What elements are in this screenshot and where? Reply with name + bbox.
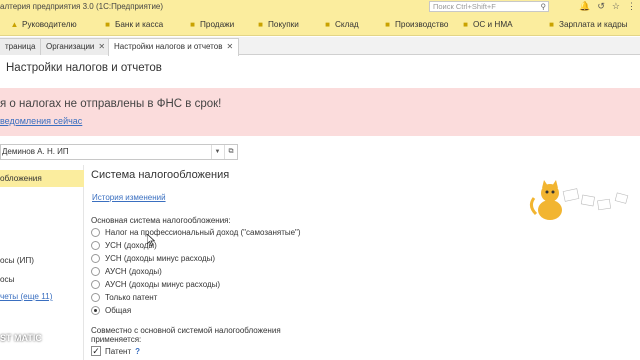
patent-checkbox[interactable]: ✓: [91, 346, 101, 356]
combined-label: Совместно с основной системой налогообло…: [91, 326, 281, 335]
search-input[interactable]: Поиск Ctrl+Shift+F ⚲: [429, 1, 549, 12]
warning-text: я о налогах не отправлены в ФНС в срок!: [0, 98, 222, 110]
menu-item-label: Руководителю: [22, 20, 77, 29]
sidebar-item-label: осы (ИП): [0, 256, 35, 265]
patent-checkbox-row[interactable]: ✓ Патент ?: [91, 346, 140, 356]
settings-sidebar: обложения осы (ИП) осы четы (еще 11): [0, 165, 84, 360]
radio-patent-only[interactable]: Только патент: [91, 293, 157, 302]
bell-icon[interactable]: 🔔: [579, 0, 590, 13]
menu-item-bank[interactable]: ■ Банк и касса: [103, 13, 163, 36]
mouse-cursor-icon: [147, 234, 155, 246]
tab-label: Организации: [46, 42, 95, 51]
history-icon[interactable]: ↺: [597, 0, 605, 13]
star-icon[interactable]: ☆: [612, 0, 620, 13]
search-icon[interactable]: ⚲: [541, 2, 547, 11]
assets-icon: ■: [463, 20, 468, 29]
section-title: Система налогообложения: [91, 169, 230, 181]
menu-item-manager[interactable]: ▲ Руководителю: [10, 13, 77, 36]
warehouse-icon: ■: [325, 20, 330, 29]
tab-label: Настройки налогов и отчетов: [114, 42, 223, 51]
patent-label: Патент: [105, 346, 132, 356]
help-icon[interactable]: ?: [135, 347, 140, 356]
radio-button[interactable]: [91, 293, 100, 302]
menu-item-label: ОС и НМА: [473, 20, 513, 29]
sidebar-item-label: четы (еще 11): [0, 292, 53, 301]
factory-icon: ■: [385, 20, 390, 29]
radio-ausn-income-expenses[interactable]: АУСН (доходы минус расходы): [91, 280, 220, 289]
close-icon[interactable]: ✕: [226, 42, 233, 51]
watermark-text: ST MATIC: [0, 333, 42, 343]
menu-item-label: Продажи: [200, 20, 235, 29]
warning-banner: я о налогах не отправлены в ФНС в срок! …: [0, 88, 640, 220]
sidebar-item-tax-system[interactable]: обложения: [0, 170, 84, 187]
tab-label: траница: [5, 42, 36, 51]
title-toolbar: 🔔 ↺ ☆ ⋮: [579, 0, 636, 13]
tab-organizations[interactable]: Организации ✕: [40, 38, 112, 55]
close-icon[interactable]: ✕: [98, 42, 105, 51]
radio-button[interactable]: [91, 228, 100, 237]
radio-general[interactable]: Общая: [91, 306, 131, 315]
sidebar-item-insurance[interactable]: осы: [0, 275, 15, 284]
organization-field[interactable]: Деминов А. Н. ИП ▼ ⧉: [0, 144, 238, 160]
chevron-down-icon[interactable]: ▼: [211, 145, 223, 159]
radio-button[interactable]: [91, 254, 100, 263]
menu-item-production[interactable]: ■ Производство: [383, 13, 448, 36]
radio-usn-income-expenses[interactable]: УСН (доходы минус расходы): [91, 254, 215, 263]
menu-icon[interactable]: ⋮: [627, 0, 636, 13]
window-title: алтерия предприятия 3.0 (1С:Предприятие): [0, 2, 164, 11]
people-icon: ■: [549, 20, 554, 29]
radio-label: Налог на профессиональный доход ("самоза…: [105, 228, 301, 237]
radio-label: Только патент: [105, 293, 158, 302]
radio-button[interactable]: [91, 306, 100, 315]
send-notifications-link[interactable]: ведомления сейчас: [0, 116, 82, 126]
title-bar: алтерия предприятия 3.0 (1С:Предприятие)…: [0, 0, 640, 13]
menu-item-purchases[interactable]: ■ Покупки: [256, 13, 299, 36]
menu-item-salary[interactable]: ■ Зарплата и кадры: [547, 13, 628, 36]
watermark-logo: ST MATIC: [0, 333, 42, 343]
menu-item-label: Склад: [335, 20, 359, 29]
open-icon[interactable]: ⧉: [224, 145, 237, 159]
combined-label-2: применяется:: [91, 335, 142, 344]
menu-item-label: Зарплата и кадры: [559, 20, 628, 29]
radio-button[interactable]: [91, 280, 100, 289]
search-placeholder: Поиск Ctrl+Shift+F: [433, 2, 496, 11]
tab-tax-settings[interactable]: Настройки налогов и отчетов ✕: [108, 38, 240, 56]
organization-value: Деминов А. Н. ИП: [2, 147, 69, 156]
menu-item-sales[interactable]: ■ Продажи: [188, 13, 234, 36]
bank-icon: ■: [105, 20, 110, 29]
tab-bar: траница Организации ✕ Настройки налогов и…: [0, 37, 640, 56]
menu-item-assets[interactable]: ■ ОС и НМА: [461, 13, 513, 36]
page-title: Настройки налогов и отчетов: [6, 62, 162, 74]
menu-item-label: Покупки: [268, 20, 299, 29]
menu-item-warehouse[interactable]: ■ Склад: [323, 13, 359, 36]
cat-illustration-icon: [529, 180, 629, 220]
radio-label: УСН (доходы минус расходы): [105, 254, 216, 263]
menu-item-label: Производство: [395, 20, 449, 29]
sidebar-item-label: осы: [0, 275, 15, 284]
radio-ausn-income[interactable]: АУСН (доходы): [91, 267, 162, 276]
basic-system-label: Основная система налогообложения:: [91, 216, 231, 225]
history-link[interactable]: История изменений: [92, 193, 166, 202]
basket-icon: ■: [258, 20, 263, 29]
menu-item-label: Банк и касса: [115, 20, 164, 29]
sidebar-item-label: обложения: [0, 174, 42, 183]
radio-button[interactable]: [91, 241, 100, 250]
radio-label: АУСН (доходы): [105, 267, 162, 276]
radio-button[interactable]: [91, 267, 100, 276]
radio-npd[interactable]: Налог на профессиональный доход ("самоза…: [91, 228, 301, 237]
radio-label: АУСН (доходы минус расходы): [105, 280, 221, 289]
tab-home[interactable]: траница: [0, 38, 42, 55]
chart-icon: ▲: [10, 20, 19, 29]
radio-label: Общая: [105, 306, 132, 315]
sidebar-item-insurance-ip[interactable]: осы (ИП): [0, 256, 34, 265]
sidebar-item-reports-more[interactable]: четы (еще 11): [0, 292, 52, 301]
sections-panel: ▲ Руководителю ■ Банк и касса ■ Продажи …: [0, 13, 640, 36]
cart-icon: ■: [190, 20, 195, 29]
